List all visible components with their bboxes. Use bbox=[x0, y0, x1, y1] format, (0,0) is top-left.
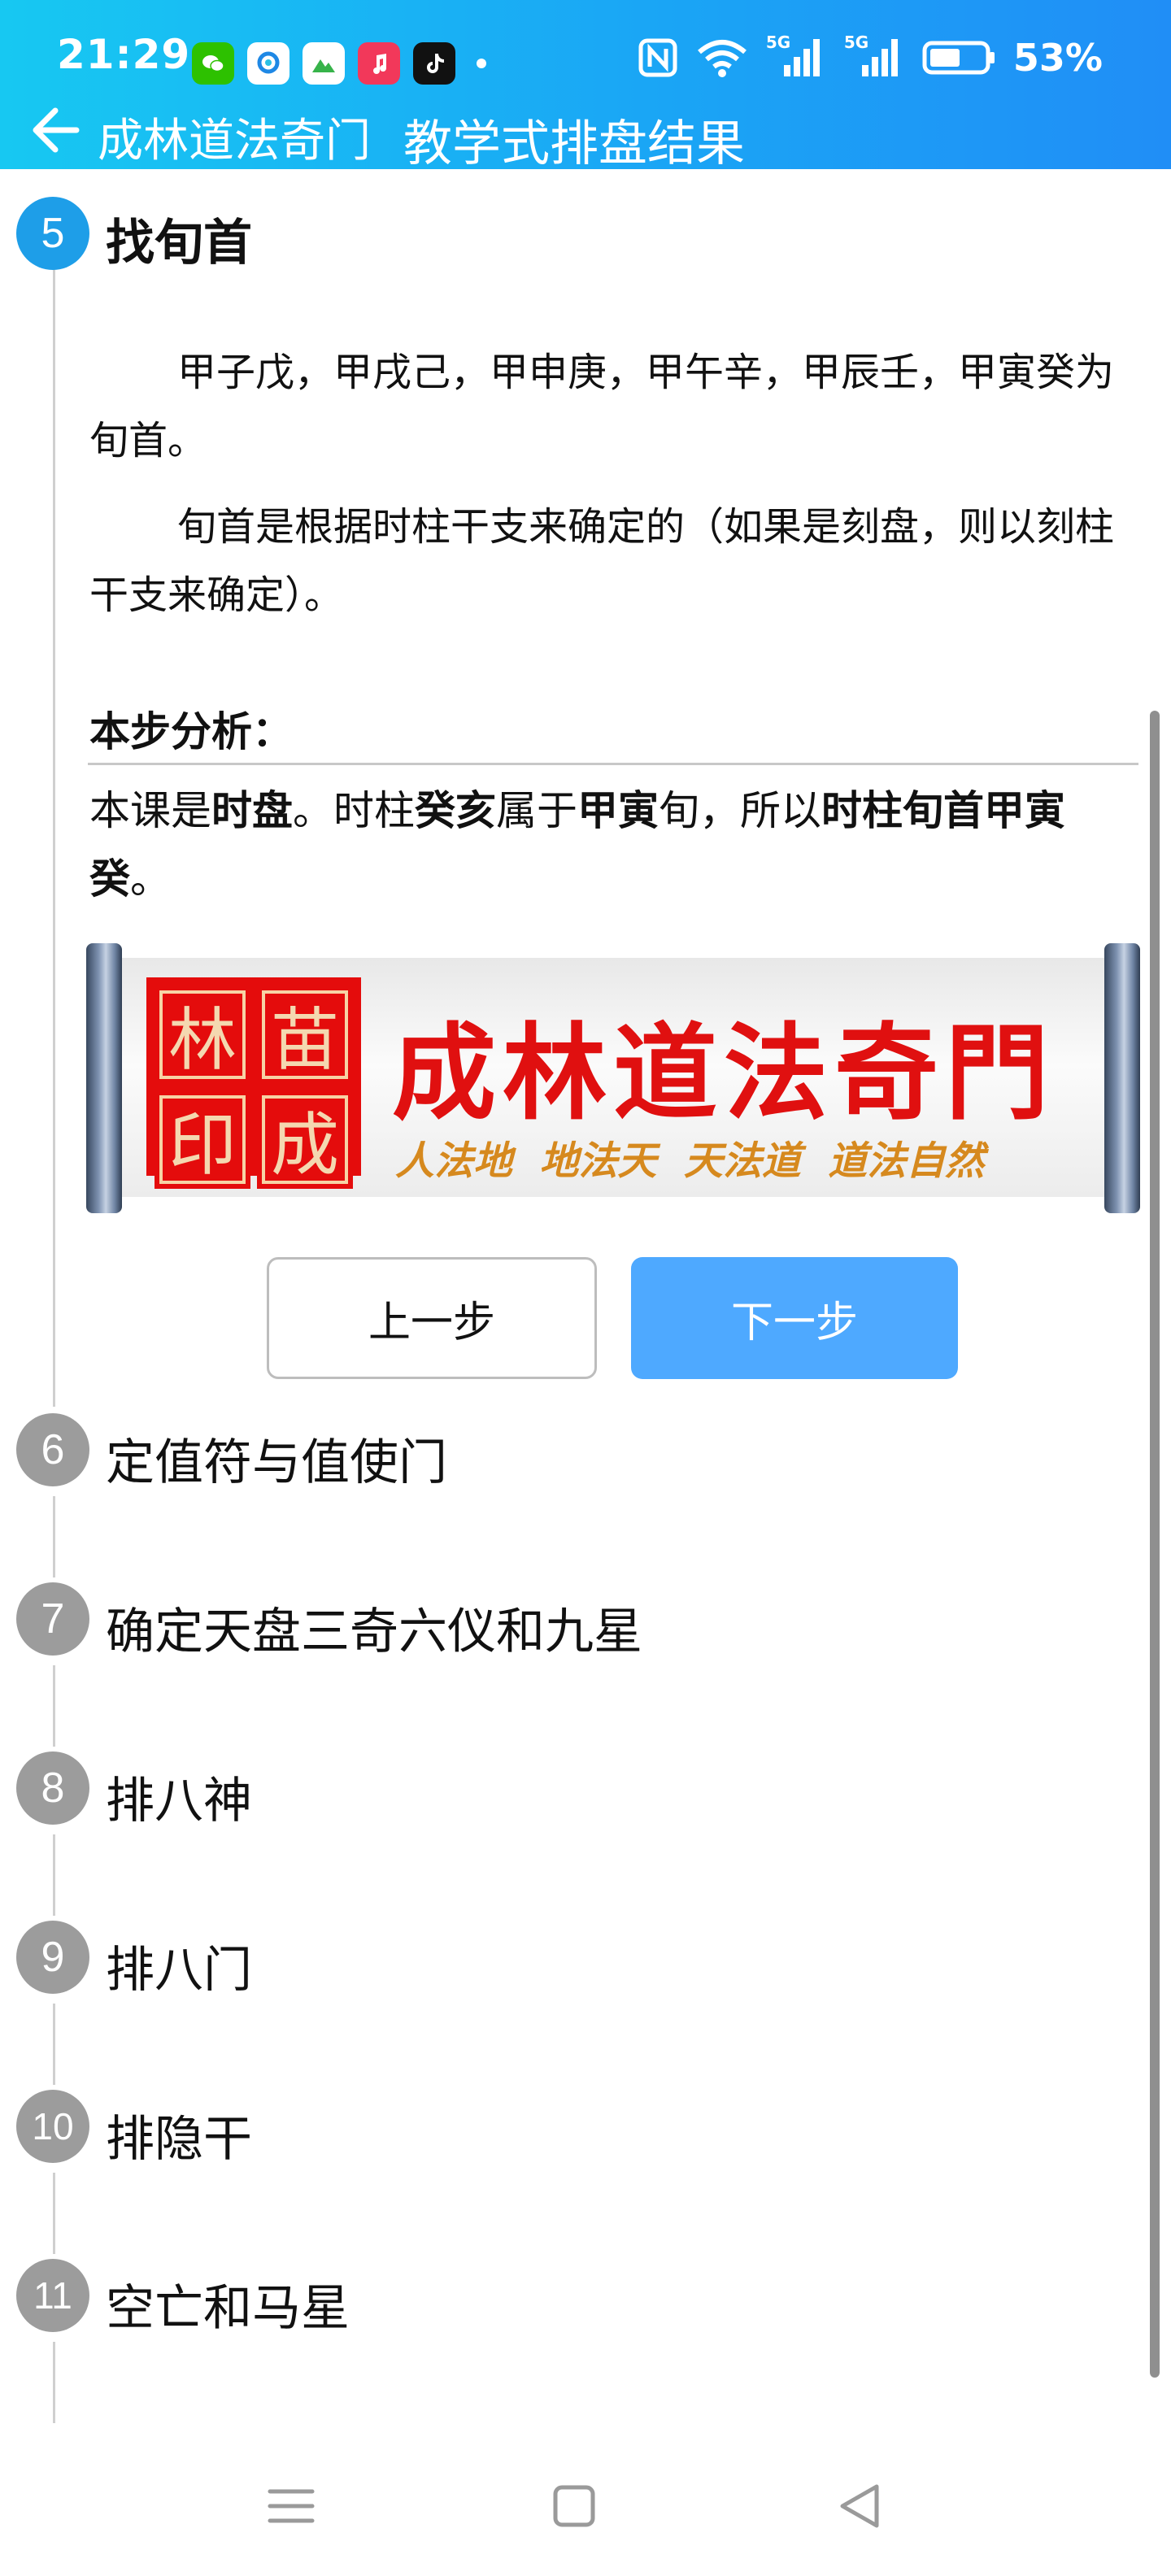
seal-char: 印 bbox=[155, 1090, 250, 1189]
next-step-button[interactable]: 下一步 bbox=[631, 1257, 958, 1379]
title-bar: 成林道法奇门 教学式排盘结果 bbox=[0, 89, 1171, 172]
home-icon[interactable] bbox=[542, 2474, 607, 2539]
step-9-title[interactable]: 排八门 bbox=[106, 1930, 252, 2001]
step-5-badge: 5 bbox=[16, 197, 89, 270]
wechat-icon bbox=[192, 42, 234, 85]
menu-icon[interactable] bbox=[259, 2474, 324, 2539]
step-5-title[interactable]: 找旬首 bbox=[106, 203, 252, 274]
nfc-icon bbox=[638, 38, 677, 77]
step-11-badge: 11 bbox=[16, 2259, 89, 2332]
status-time: 21:29 bbox=[57, 31, 191, 78]
step-8-title[interactable]: 排八神 bbox=[106, 1761, 252, 1832]
analysis-text-3: 属于 bbox=[496, 787, 577, 834]
timeline-line-5 bbox=[53, 268, 55, 1407]
step-5-paragraph-1: 甲子戊，甲戌己，甲申庚，甲午辛，甲辰壬，甲寅癸为旬首。 bbox=[89, 350, 1115, 463]
timeline-line-6 bbox=[53, 1496, 55, 1577]
seal-char: 林 bbox=[155, 986, 250, 1084]
seal-char: 成 bbox=[257, 1090, 353, 1189]
seal-stamp: 林 苗 印 成 bbox=[146, 977, 361, 1189]
more-notifications-dot bbox=[477, 59, 486, 68]
system-nav-bar bbox=[0, 2439, 1171, 2576]
prev-step-button[interactable]: 上一步 bbox=[267, 1257, 597, 1379]
step-5-paragraph-2: 旬首是根据时柱干支来确定的（如果是刻盘，则以刻柱干支来确定）。 bbox=[89, 504, 1115, 618]
step-10-title[interactable]: 排隐干 bbox=[106, 2100, 252, 2170]
analysis-bold-3: 甲寅 bbox=[577, 787, 659, 834]
music-icon bbox=[358, 42, 400, 85]
brand-banner: 林 苗 印 成 成林道法奇門 人法地 地法天 天法道 道法自然 bbox=[86, 943, 1140, 1213]
page-title: 教学式排盘结果 bbox=[403, 115, 745, 172]
analysis-divider bbox=[88, 763, 1138, 765]
analysis-bold-1: 时盘 bbox=[211, 787, 293, 834]
scroll-roller-left bbox=[86, 943, 122, 1213]
step-11-title[interactable]: 空亡和马星 bbox=[106, 2269, 350, 2339]
analysis-bold-2: 癸亥 bbox=[415, 787, 496, 834]
step-6-title[interactable]: 定值符与值使门 bbox=[106, 1423, 447, 1494]
system-status: 5G 5G 53% bbox=[638, 33, 1103, 80]
scroll-roller-right bbox=[1104, 943, 1140, 1213]
tiktok-icon bbox=[413, 42, 455, 85]
timeline-line-8 bbox=[53, 1834, 55, 1916]
back-triangle-icon[interactable] bbox=[828, 2474, 893, 2539]
status-bar: 21:29 5G 5G 53% bbox=[0, 0, 1171, 85]
analysis-text: 本课是时盘。时柱癸亥属于甲寅旬，所以时柱旬首甲寅癸。 bbox=[89, 777, 1130, 913]
app-name: 成林道法奇门 bbox=[98, 115, 371, 168]
scroll-paper: 林 苗 印 成 成林道法奇門 人法地 地法天 天法道 道法自然 bbox=[111, 958, 1116, 1197]
timeline-line-9 bbox=[53, 2004, 55, 2085]
step-9-badge: 9 bbox=[16, 1921, 89, 1994]
battery-percent: 53% bbox=[1012, 36, 1103, 80]
analysis-text-2: 。时柱 bbox=[293, 787, 415, 834]
brand-calligraphy: 成林道法奇門 bbox=[392, 1012, 1056, 1134]
analysis-text-5: 。 bbox=[130, 855, 171, 903]
vertical-scrollbar[interactable] bbox=[1150, 711, 1160, 2378]
timeline-line-7 bbox=[53, 1665, 55, 1747]
timeline-line-11 bbox=[53, 2342, 55, 2423]
step-7-title[interactable]: 确定天盘三奇六仪和九星 bbox=[106, 1592, 642, 1663]
back-arrow-icon[interactable] bbox=[24, 101, 83, 159]
step-6-badge: 6 bbox=[16, 1413, 89, 1486]
timeline-line-10 bbox=[53, 2173, 55, 2254]
notification-icons bbox=[192, 42, 486, 85]
analysis-text-1: 本课是 bbox=[89, 787, 211, 834]
app-header: 21:29 5G 5G 53% 成林道法奇门 教学式排盘结果 bbox=[0, 0, 1171, 172]
cellular-signal-icon: 5G bbox=[766, 33, 826, 80]
photos-icon bbox=[303, 42, 345, 85]
wifi-icon bbox=[697, 40, 747, 77]
analysis-heading: 本步分析： bbox=[89, 708, 293, 755]
cellular-signal-icon-2: 5G bbox=[844, 33, 904, 80]
battery-icon bbox=[922, 41, 995, 75]
seal-char: 苗 bbox=[257, 986, 353, 1084]
step-10-badge: 10 bbox=[16, 2090, 89, 2163]
step-7-badge: 7 bbox=[16, 1582, 89, 1656]
brand-motto: 人法地 地法天 天法道 道法自然 bbox=[395, 1138, 985, 1184]
step-8-badge: 8 bbox=[16, 1751, 89, 1825]
analysis-text-4: 旬，所以 bbox=[659, 787, 821, 834]
qq-browser-icon bbox=[247, 42, 289, 85]
